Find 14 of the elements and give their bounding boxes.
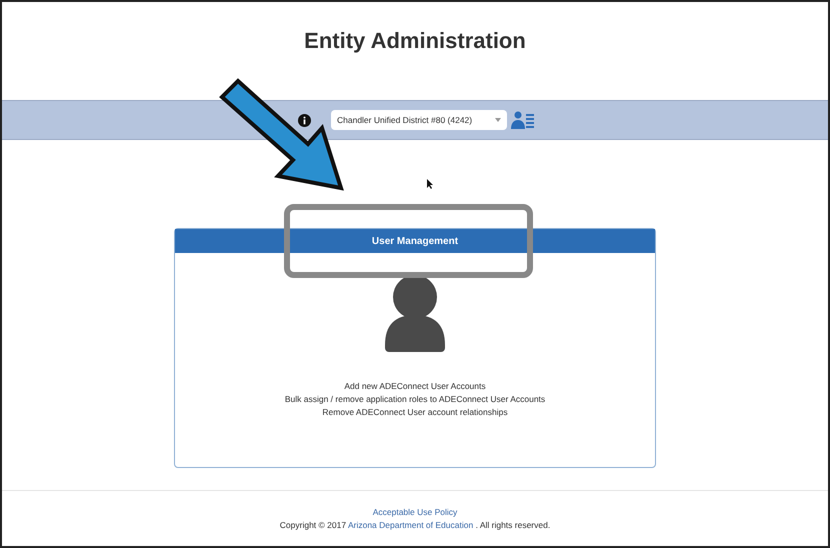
policy-link[interactable]: Acceptable Use Policy bbox=[372, 506, 458, 519]
user-icon bbox=[385, 275, 445, 352]
caret-icon bbox=[495, 118, 501, 122]
mouse-cursor-icon bbox=[427, 179, 434, 189]
description-line: Remove ADEConnect User account relationships bbox=[322, 406, 508, 419]
info-icon bbox=[298, 114, 311, 126]
education-link[interactable]: Arizona Department of Education bbox=[348, 520, 474, 530]
description-line: Add new ADEConnect User Accounts bbox=[344, 380, 486, 393]
copyright-text: Copyright © 2017 Arizona Department of Education . All rights reserved. bbox=[280, 519, 550, 532]
card-header[interactable]: User Management bbox=[175, 229, 655, 253]
description-line: Bulk assign / remove application roles to ADEConnect User Accounts bbox=[284, 393, 546, 406]
user-list-icon[interactable] bbox=[511, 111, 535, 129]
page-title: Entity Administration bbox=[304, 27, 526, 55]
entity-select[interactable]: Chandler Unified District #80 (4242) bbox=[331, 110, 507, 130]
